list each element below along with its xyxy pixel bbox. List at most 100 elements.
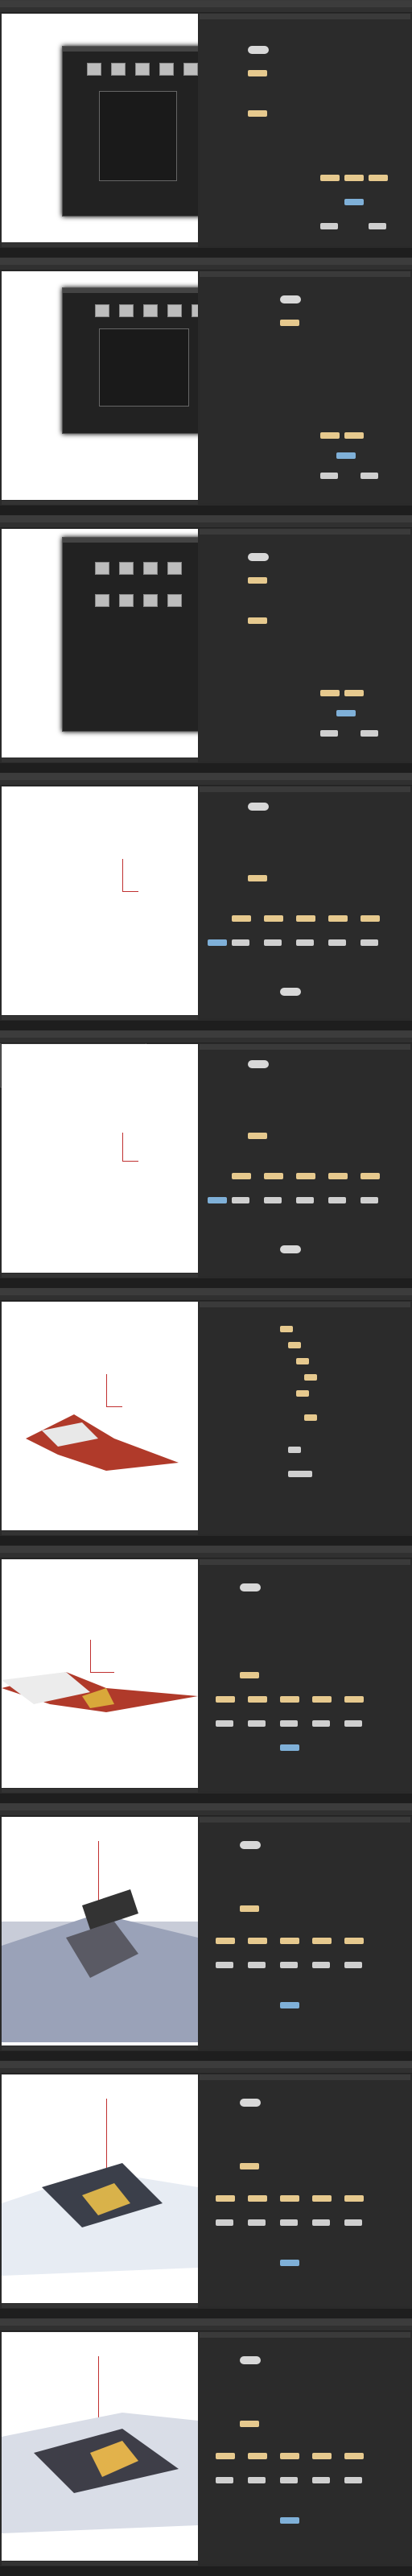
node[interactable] xyxy=(248,46,269,54)
node[interactable] xyxy=(344,690,364,696)
asset-thumbnail[interactable] xyxy=(183,63,198,76)
node[interactable] xyxy=(264,939,282,946)
node-graph[interactable] xyxy=(200,1044,410,1276)
node[interactable] xyxy=(344,175,364,181)
asset-thumbnail[interactable] xyxy=(119,562,134,575)
node[interactable] xyxy=(320,690,340,696)
node[interactable] xyxy=(360,473,378,479)
node[interactable] xyxy=(216,1962,233,1968)
node[interactable] xyxy=(344,2453,364,2459)
node[interactable] xyxy=(248,1962,266,1968)
node[interactable] xyxy=(328,915,348,922)
node[interactable] xyxy=(208,1197,227,1203)
node[interactable] xyxy=(312,1938,332,1944)
node[interactable] xyxy=(264,1197,282,1203)
asset-thumbnail[interactable] xyxy=(167,562,182,575)
node[interactable] xyxy=(232,939,249,946)
node[interactable] xyxy=(360,730,378,737)
node[interactable] xyxy=(248,617,267,624)
node[interactable] xyxy=(264,915,283,922)
node[interactable] xyxy=(216,1938,235,1944)
node[interactable] xyxy=(248,110,267,117)
node[interactable] xyxy=(216,2219,233,2226)
timeline[interactable] xyxy=(2,1016,198,1020)
viewport[interactable] xyxy=(2,1302,198,1530)
node[interactable] xyxy=(296,915,315,922)
asset-thumbnail[interactable] xyxy=(167,594,182,607)
node[interactable] xyxy=(280,2195,299,2202)
node[interactable] xyxy=(312,2453,332,2459)
node-graph[interactable] xyxy=(200,529,410,761)
node[interactable] xyxy=(344,2195,364,2202)
node[interactable] xyxy=(216,1696,235,1703)
node-graph[interactable] xyxy=(200,14,410,246)
node[interactable] xyxy=(344,2477,362,2483)
viewport[interactable] xyxy=(2,1044,198,1273)
node[interactable] xyxy=(336,452,356,459)
node-graph[interactable] xyxy=(200,1559,410,1791)
node[interactable] xyxy=(240,2099,261,2107)
timeline[interactable] xyxy=(2,2304,198,2308)
node[interactable] xyxy=(312,2219,330,2226)
node-graph[interactable] xyxy=(200,786,410,1018)
viewport[interactable] xyxy=(2,1817,198,2046)
asset-thumbnail[interactable] xyxy=(87,63,101,76)
node[interactable] xyxy=(248,2195,267,2202)
node[interactable] xyxy=(264,1173,283,1179)
node[interactable] xyxy=(280,2002,299,2008)
node[interactable] xyxy=(248,553,269,561)
node[interactable] xyxy=(312,2195,332,2202)
node[interactable] xyxy=(344,1696,364,1703)
asset-thumbnail[interactable] xyxy=(143,562,158,575)
asset-thumbnail[interactable] xyxy=(143,594,158,607)
node[interactable] xyxy=(216,2453,235,2459)
viewport[interactable] xyxy=(2,271,198,500)
node[interactable] xyxy=(296,1358,309,1364)
node[interactable] xyxy=(360,1173,380,1179)
node[interactable] xyxy=(280,1744,299,1751)
node[interactable] xyxy=(248,803,269,811)
node[interactable] xyxy=(248,1720,266,1727)
node-graph[interactable] xyxy=(200,2332,410,2564)
node[interactable] xyxy=(240,2356,261,2364)
node[interactable] xyxy=(312,2477,330,2483)
asset-thumbnail[interactable] xyxy=(95,594,109,607)
node[interactable] xyxy=(360,915,380,922)
node-graph[interactable] xyxy=(200,1302,410,1534)
node[interactable] xyxy=(280,320,299,326)
asset-thumbnail[interactable] xyxy=(119,594,134,607)
timeline[interactable] xyxy=(2,501,198,505)
node[interactable] xyxy=(344,199,364,205)
timeline[interactable] xyxy=(2,1789,198,1793)
node[interactable] xyxy=(240,2163,259,2169)
node-graph[interactable] xyxy=(200,1817,410,2049)
node[interactable] xyxy=(248,1133,267,1139)
node[interactable] xyxy=(296,1390,309,1397)
node[interactable] xyxy=(312,1962,330,1968)
node[interactable] xyxy=(240,1583,261,1591)
asset-thumbnail[interactable] xyxy=(95,562,109,575)
node[interactable] xyxy=(280,2219,298,2226)
node[interactable] xyxy=(320,473,338,479)
node[interactable] xyxy=(240,1672,259,1678)
node[interactable] xyxy=(280,1326,293,1332)
node[interactable] xyxy=(360,939,378,946)
node[interactable] xyxy=(232,915,251,922)
node[interactable] xyxy=(208,939,227,946)
asset-thumbnail[interactable] xyxy=(95,304,109,317)
node[interactable] xyxy=(216,2477,233,2483)
asset-thumbnail[interactable] xyxy=(111,63,126,76)
node[interactable] xyxy=(280,2477,298,2483)
node[interactable] xyxy=(240,1905,259,1912)
node[interactable] xyxy=(248,1696,267,1703)
node[interactable] xyxy=(280,1938,299,1944)
node[interactable] xyxy=(248,1938,267,1944)
node[interactable] xyxy=(320,432,340,439)
asset-thumbnail[interactable] xyxy=(159,63,174,76)
asset-thumbnail[interactable] xyxy=(135,63,150,76)
node[interactable] xyxy=(320,223,338,229)
node[interactable] xyxy=(232,1197,249,1203)
timeline[interactable] xyxy=(2,243,198,247)
timeline[interactable] xyxy=(2,2562,198,2566)
node-graph[interactable] xyxy=(200,271,410,503)
